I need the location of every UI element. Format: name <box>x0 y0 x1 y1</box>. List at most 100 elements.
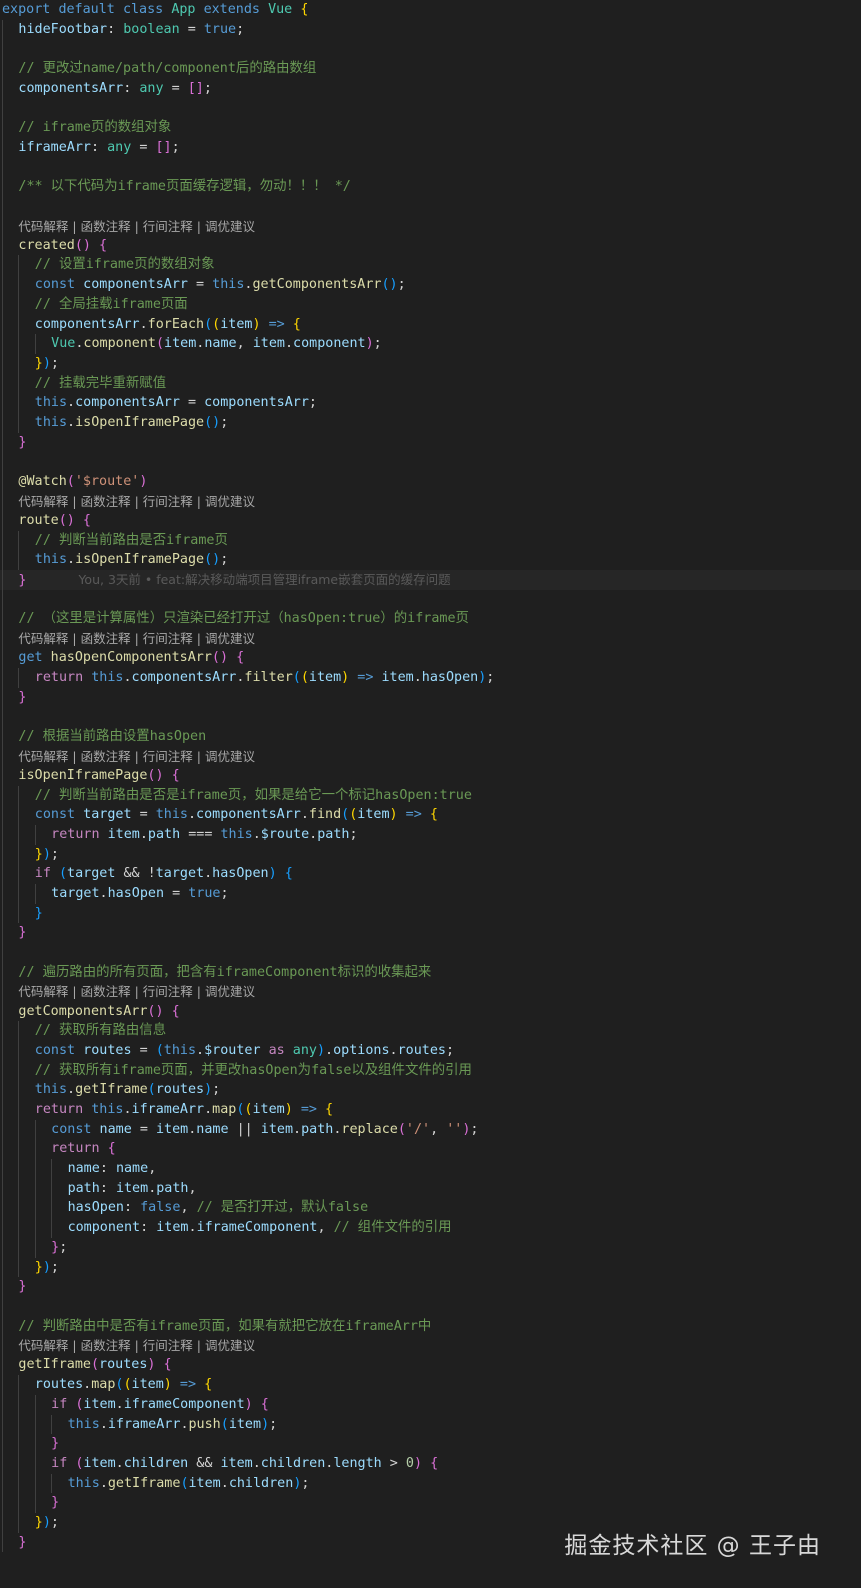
code-line[interactable]: this.isOpenIframePage(); <box>0 412 861 433</box>
code-line[interactable]: // 判断当前路由是否是iframe页，如果是给它一个标记hasOpen:tru… <box>0 785 861 806</box>
code-line[interactable]: this.componentsArr = componentsArr; <box>0 393 861 413</box>
code-lens-action[interactable]: 代码解释 <box>18 219 68 234</box>
code-line[interactable]: getComponentsArr() { <box>0 1001 861 1022</box>
code-line[interactable]: // （这里是计算属性）只渲染已经打开过（hasOpen:true）的ifram… <box>0 609 861 629</box>
code-line[interactable]: getIframe(routes) { <box>0 1355 861 1376</box>
code-line[interactable]: } You, 3天前 • feat:解决移动端项目管理iframe嵌套页面的缓存问… <box>0 569 861 590</box>
code-line[interactable]: return this.componentsArr.filter((item) … <box>0 667 861 688</box>
code-line[interactable]: name: name, <box>0 1159 861 1179</box>
code-line[interactable]: // 判断路由中是否有iframe页面，如果有就把它放在iframeArr中 <box>0 1316 861 1337</box>
code-line[interactable]: component: item.iframeComponent, // 组件文件… <box>0 1218 861 1238</box>
code-line[interactable]: created() { <box>0 235 861 256</box>
code-line[interactable]: // 设置iframe页的数组对象 <box>0 255 861 276</box>
code-line[interactable]: componentsArr.forEach((item) => { <box>0 314 861 335</box>
code-line[interactable]: export default class App extends Vue { <box>0 0 861 20</box>
code-line[interactable]: }); <box>0 1257 861 1278</box>
code-lens-action[interactable]: 函数注释 <box>81 749 131 764</box>
code-lens-action[interactable]: 调优建议 <box>205 219 255 234</box>
code-line[interactable]: this.getIframe(item.children); <box>0 1473 861 1494</box>
code-line[interactable]: Vue.component(item.name, item.component)… <box>0 334 861 354</box>
code-line[interactable] <box>0 943 861 963</box>
code-lens-action[interactable]: 调优建议 <box>205 749 255 764</box>
code-line[interactable] <box>0 157 861 178</box>
code-line[interactable] <box>0 39 861 60</box>
code-lens-action[interactable]: 函数注释 <box>81 631 131 646</box>
code-lens-action[interactable]: 行间注释 <box>143 631 193 646</box>
code-line[interactable]: // 根据当前路由设置hasOpen <box>0 726 861 747</box>
code-line[interactable]: }); <box>0 353 861 374</box>
code-line[interactable]: } <box>0 903 861 924</box>
code-line[interactable]: componentsArr: any = []; <box>0 78 861 99</box>
code-line[interactable]: if (item.iframeComponent) { <box>0 1394 861 1415</box>
code-line[interactable]: hideFootbar: boolean = true; <box>0 19 861 40</box>
code-lens-row[interactable]: 代码解释 | 函数注释 | 行间注释 | 调优建议 <box>0 746 861 767</box>
code-lens-action[interactable]: 函数注释 <box>81 984 131 999</box>
code-line[interactable]: if (target && !target.hasOpen) { <box>0 864 861 884</box>
code-lens-action[interactable]: 代码解释 <box>18 494 68 509</box>
code-line[interactable]: isOpenIframePage() { <box>0 765 861 786</box>
code-line[interactable]: // 遍历路由的所有页面，把含有iframeComponent标识的收集起来 <box>0 962 861 983</box>
code-line[interactable]: // 更改过name/path/component后的路由数组 <box>0 59 861 79</box>
code-lens-action[interactable]: 调优建议 <box>205 494 255 509</box>
code-line[interactable]: } <box>0 923 861 943</box>
code-lens-action[interactable]: 调优建议 <box>205 631 255 646</box>
code-line[interactable]: this.iframeArr.push(item); <box>0 1414 861 1435</box>
code-line[interactable]: // 判断当前路由是否iframe页 <box>0 530 861 551</box>
code-line[interactable]: get hasOpenComponentsArr() { <box>0 648 861 668</box>
code-line[interactable]: }); <box>0 844 861 865</box>
code-line[interactable]: return { <box>0 1139 861 1160</box>
code-line[interactable]: } <box>0 1434 861 1454</box>
code-line[interactable]: path: item.path, <box>0 1178 861 1199</box>
code-lens-action[interactable]: 行间注释 <box>143 494 193 509</box>
code-line[interactable]: // 挂载完毕重新赋值 <box>0 373 861 394</box>
code-line[interactable] <box>0 707 861 727</box>
code-lens-row[interactable]: 代码解释 | 函数注释 | 行间注释 | 调优建议 <box>0 982 861 1003</box>
code-line[interactable]: // 全局挂载iframe页面 <box>0 294 861 315</box>
code-line[interactable]: const routes = (this.$router as any).opt… <box>0 1040 861 1061</box>
code-lens-action[interactable]: 函数注释 <box>81 1338 131 1353</box>
code-line[interactable]: hasOpen: false, // 是否打开过，默认false <box>0 1198 861 1219</box>
code-lens-action[interactable]: 行间注释 <box>143 984 193 999</box>
code-line[interactable]: target.hasOpen = true; <box>0 883 861 904</box>
code-line[interactable]: /** 以下代码为iframe页面缓存逻辑，勿动！！！ */ <box>0 177 861 197</box>
code-line[interactable]: } <box>0 1493 861 1513</box>
code-line[interactable] <box>0 98 861 119</box>
code-line[interactable]: }; <box>0 1237 861 1258</box>
code-lens-action[interactable]: 行间注释 <box>143 749 193 764</box>
code-line[interactable]: const target = this.componentsArr.find((… <box>0 805 861 825</box>
code-line[interactable]: @Watch('$route') <box>0 472 861 492</box>
code-line[interactable] <box>0 1296 861 1317</box>
code-line[interactable]: // iframe页的数组对象 <box>0 118 861 138</box>
code-lens-action[interactable]: 调优建议 <box>205 1338 255 1353</box>
code-line[interactable]: // 获取所有iframe页面，并更改hasOpen为false以及组件文件的引… <box>0 1060 861 1081</box>
code-line[interactable]: const name = item.name || item.path.repl… <box>0 1119 861 1140</box>
code-lens-action[interactable]: 函数注释 <box>81 494 131 509</box>
code-lens-action[interactable]: 行间注释 <box>143 219 193 234</box>
code-line[interactable]: routes.map((item) => { <box>0 1375 861 1395</box>
code-line[interactable]: if (item.children && item.children.lengt… <box>0 1453 861 1474</box>
code-line[interactable]: } <box>0 1277 861 1297</box>
code-line[interactable]: this.getIframe(routes); <box>0 1080 861 1100</box>
code-lens-row[interactable]: 代码解释 | 函数注释 | 行间注释 | 调优建议 <box>0 216 861 237</box>
code-lens-action[interactable]: 调优建议 <box>205 984 255 999</box>
code-editor[interactable]: export default class App extends Vue {hi… <box>0 0 861 1553</box>
code-lens-action[interactable]: 行间注释 <box>143 1338 193 1353</box>
code-lens-action[interactable]: 代码解释 <box>18 1338 68 1353</box>
code-line[interactable]: } <box>0 432 861 453</box>
code-line[interactable]: } <box>0 687 861 708</box>
code-line[interactable]: // 获取所有路由信息 <box>0 1021 861 1041</box>
code-line[interactable] <box>0 196 861 217</box>
code-line[interactable]: return this.iframeArr.map((item) => { <box>0 1100 861 1120</box>
code-line[interactable]: route() { <box>0 510 861 531</box>
code-line[interactable]: return item.path === this.$route.path; <box>0 824 861 845</box>
code-line[interactable] <box>0 589 861 610</box>
code-lens-row[interactable]: 代码解释 | 函数注释 | 行间注释 | 调优建议 <box>0 629 861 649</box>
code-lens-action[interactable]: 代码解释 <box>18 749 68 764</box>
code-lens-row[interactable]: 代码解释 | 函数注释 | 行间注释 | 调优建议 <box>0 1336 861 1356</box>
code-line[interactable]: this.isOpenIframePage(); <box>0 550 861 570</box>
code-lens-action[interactable]: 代码解释 <box>18 984 68 999</box>
code-lens-row[interactable]: 代码解释 | 函数注释 | 行间注释 | 调优建议 <box>0 491 861 512</box>
code-line[interactable]: const componentsArr = this.getComponents… <box>0 275 861 295</box>
code-line[interactable] <box>0 452 861 472</box>
code-line[interactable]: iframeArr: any = []; <box>0 137 861 158</box>
